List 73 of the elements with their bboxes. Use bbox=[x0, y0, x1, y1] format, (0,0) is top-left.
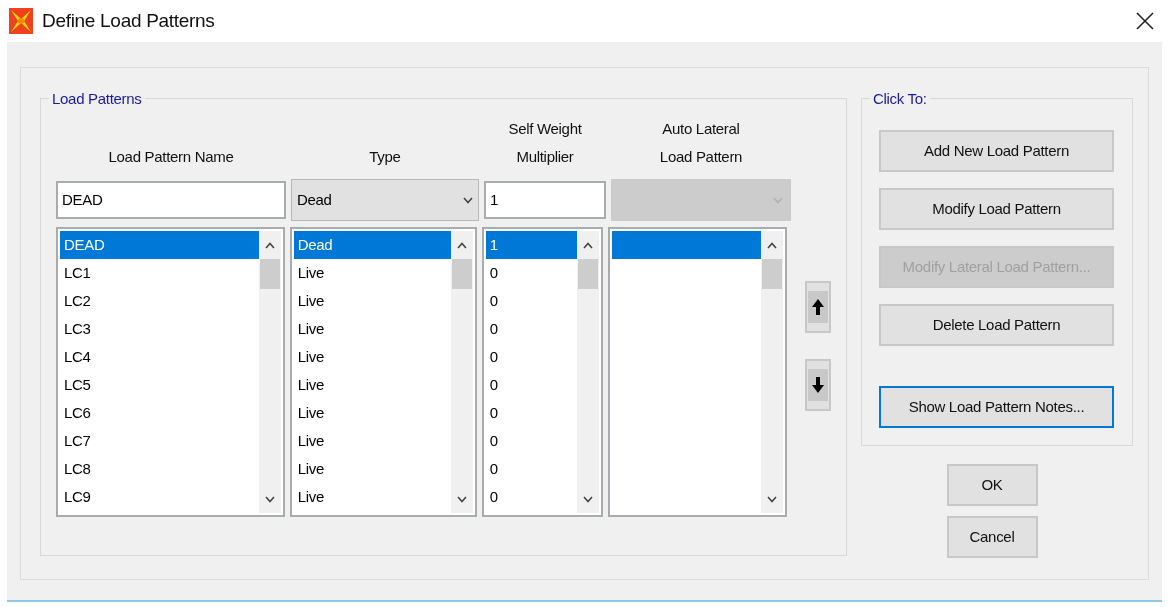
list-item[interactable]: Live bbox=[293, 399, 451, 427]
list-item[interactable]: 0 bbox=[485, 287, 577, 315]
list-item[interactable]: 0 bbox=[485, 455, 577, 483]
action-button[interactable]: Delete Load Pattern bbox=[879, 304, 1114, 346]
close-icon bbox=[1136, 12, 1154, 30]
list-item[interactable]: 0 bbox=[485, 483, 577, 511]
list-item[interactable] bbox=[612, 231, 761, 259]
list-item[interactable]: LC8 bbox=[60, 455, 259, 483]
scroll-up-icon bbox=[264, 241, 275, 249]
scroll-down-icon bbox=[767, 495, 777, 503]
list-box[interactable]: DEAD LC1 LC2 LC3 LC4 LC5 LC6 LC7 LC8 LC9 bbox=[56, 227, 285, 517]
scrollbar-thumb[interactable] bbox=[762, 259, 782, 289]
action-button[interactable]: Add New Load Pattern bbox=[879, 130, 1114, 172]
scrollbar-thumb[interactable] bbox=[451, 259, 472, 289]
list-item[interactable]: LC6 bbox=[60, 399, 259, 427]
list-item[interactable]: Live bbox=[293, 483, 451, 511]
scroll-up-icon bbox=[767, 241, 777, 249]
app-logo-icon bbox=[9, 8, 33, 34]
list-item[interactable]: DEAD bbox=[60, 231, 259, 259]
action-button[interactable]: Modify Load Pattern bbox=[879, 188, 1114, 230]
multiplier-input[interactable]: 1 bbox=[484, 181, 606, 219]
list-item[interactable]: 0 bbox=[485, 371, 577, 399]
chevron-down-icon bbox=[463, 196, 473, 204]
column-header: Type bbox=[368, 147, 402, 167]
arrow-up-icon bbox=[812, 299, 824, 315]
list-item[interactable]: 0 bbox=[485, 399, 577, 427]
scrollbar-thumb[interactable] bbox=[259, 259, 280, 289]
ok-button[interactable]: OK bbox=[946, 464, 1038, 506]
cancel-button[interactable]: Cancel bbox=[946, 516, 1038, 558]
type-dropdown[interactable]: Dead bbox=[291, 179, 479, 221]
list-item[interactable]: Live bbox=[293, 427, 451, 455]
list-item[interactable]: Live bbox=[293, 287, 451, 315]
scrollbar[interactable] bbox=[577, 231, 599, 513]
scrollbar[interactable] bbox=[258, 231, 281, 513]
column-header: Auto Lateral Load Pattern bbox=[658, 119, 744, 167]
column-header: Load Pattern Name bbox=[107, 147, 235, 167]
list-item[interactable]: LC7 bbox=[60, 427, 259, 455]
list-item[interactable]: 0 bbox=[485, 259, 577, 287]
window-title: Define Load Patterns bbox=[42, 8, 215, 33]
scroll-up-icon bbox=[583, 241, 593, 249]
scroll-up-icon bbox=[456, 241, 467, 249]
move-up-button[interactable] bbox=[805, 281, 831, 333]
list-item[interactable]: LC5 bbox=[60, 371, 259, 399]
list-item[interactable]: LC1 bbox=[60, 259, 259, 287]
list-item[interactable]: 0 bbox=[485, 427, 577, 455]
scroll-down-icon bbox=[264, 495, 275, 503]
scroll-down-icon bbox=[456, 495, 467, 503]
chevron-down-icon bbox=[773, 196, 783, 204]
list-item[interactable]: Live bbox=[293, 455, 451, 483]
list-item[interactable]: Live bbox=[293, 371, 451, 399]
arrow-down-icon bbox=[812, 377, 824, 393]
scrollbar[interactable] bbox=[761, 231, 783, 513]
list-item[interactable]: LC4 bbox=[60, 343, 259, 371]
list-item[interactable]: Dead bbox=[293, 231, 451, 259]
action-button[interactable]: Show Load Pattern Notes... bbox=[879, 386, 1114, 428]
list-box[interactable]: 1 0 0 0 0 0 0 0 0 0 bbox=[481, 227, 603, 517]
list-box[interactable] bbox=[608, 227, 787, 517]
list-item[interactable]: Live bbox=[293, 315, 451, 343]
scrollbar[interactable] bbox=[450, 231, 473, 513]
list-item[interactable]: 0 bbox=[485, 315, 577, 343]
scrollbar-thumb[interactable] bbox=[578, 259, 598, 289]
list-box[interactable]: Dead Live Live Live Live Live Live Live Live Live bbox=[289, 227, 477, 517]
list-item[interactable]: Live bbox=[293, 343, 451, 371]
list-item[interactable]: LC3 bbox=[60, 315, 259, 343]
list-item[interactable]: 1 bbox=[485, 231, 577, 259]
column-header: Self Weight Multiplier bbox=[507, 119, 583, 167]
name-input[interactable]: DEAD bbox=[56, 181, 286, 219]
list-item[interactable]: LC2 bbox=[60, 287, 259, 315]
scroll-down-icon bbox=[583, 495, 593, 503]
list-item[interactable]: LC9 bbox=[60, 483, 259, 511]
list-item[interactable]: Live bbox=[293, 259, 451, 287]
list-item[interactable]: 0 bbox=[485, 343, 577, 371]
move-down-button[interactable] bbox=[805, 359, 831, 411]
